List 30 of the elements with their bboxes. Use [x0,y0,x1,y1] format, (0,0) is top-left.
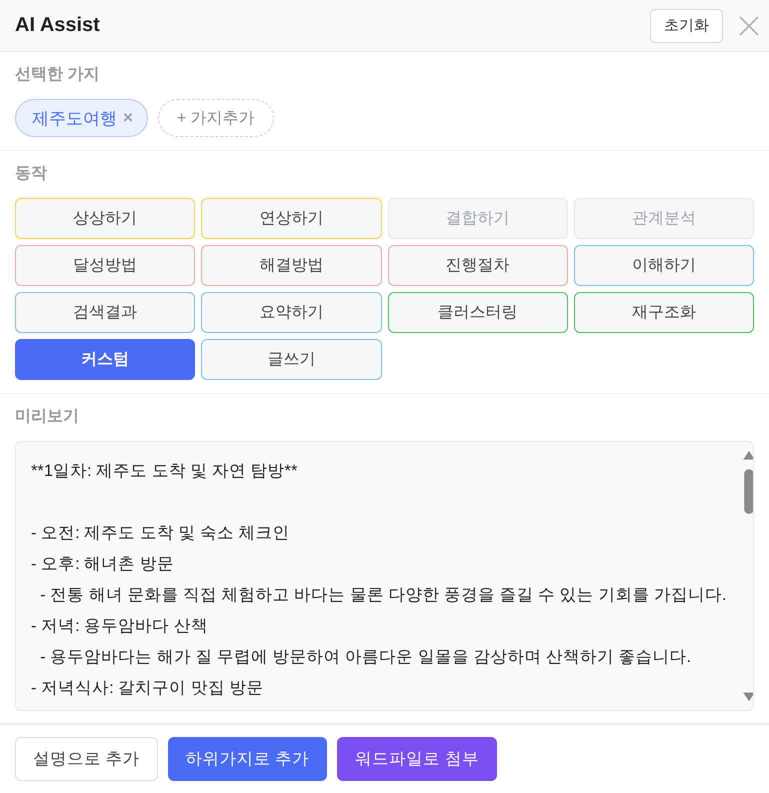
preview-line: - 오전: 제주도 도착 및 숙소 체크인 [31,524,290,542]
add-branch-button[interactable]: + 가지추가 [158,99,274,138]
section-label: 미리보기 [15,407,80,428]
action-button[interactable]: 검색결과 [15,292,196,334]
action-button[interactable]: 진행절차 [388,245,568,286]
action-button[interactable]: 재구조화 [574,292,754,334]
footer-button[interactable]: 하위가지로 추가 [168,737,328,782]
reset-button[interactable]: 초기화 [650,8,723,43]
action-button[interactable]: 해결방법 [201,245,382,286]
action-button[interactable]: 요약하기 [201,292,382,334]
footer-button[interactable]: 워드파일로 첨부 [337,737,497,782]
preview-line: - 용두암바다는 해가 질 무렵에 방문하여 아름다운 일몰을 감상하며 산책하기 좋습니다. [39,648,692,666]
preview-line: - 전통 해녀 문화를 직접 체험하고 바다는 물론 다양한 풍경을 즐길 수 있는 기회를 가집니다. [39,586,726,604]
preview-line: - 저녁식사: 갈치구이 맛집 방문 [31,679,264,698]
preview-line: - 오후: 해녀촌 방문 [31,555,174,574]
action-button[interactable]: 커스텀 [15,339,196,380]
preview-heading: **1일차: 제주도 도착 및 자연 탐방** [31,462,298,480]
action-button[interactable]: 달성방법 [15,245,196,286]
action-button[interactable]: 글쓰기 [201,339,382,380]
action-button[interactable]: 클러스터링 [388,292,568,334]
action-button[interactable]: 연상하기 [201,198,382,240]
section-label: 선택한 가지 [15,65,100,86]
action-button[interactable]: 상상하기 [15,198,196,240]
close-icon[interactable] [739,16,759,36]
section-label: 동작 [15,164,48,184]
panel-title: AI Assist [15,14,101,38]
footer-button[interactable]: 설명으로 추가 [15,737,158,782]
action-button[interactable]: 이해하기 [574,245,754,286]
branch-chip[interactable]: 제주도여행 × [15,99,148,138]
preview-line: - 저녁: 용두암바다 산책 [31,617,208,636]
